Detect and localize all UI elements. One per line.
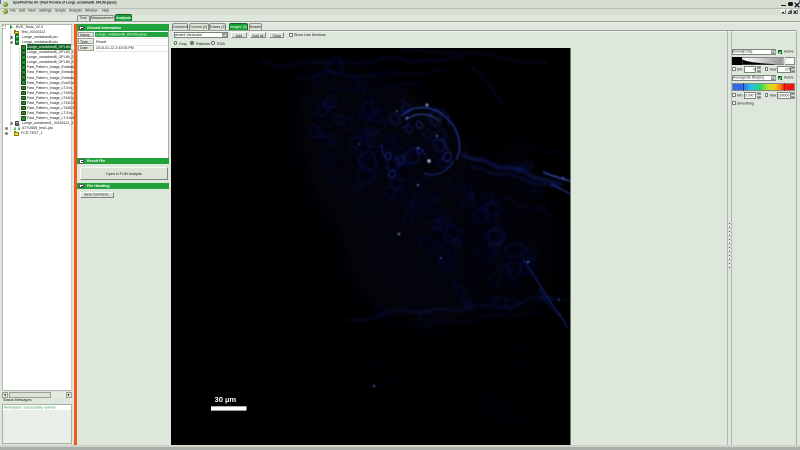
svg-text:30 µm: 30 µm — [215, 395, 237, 404]
